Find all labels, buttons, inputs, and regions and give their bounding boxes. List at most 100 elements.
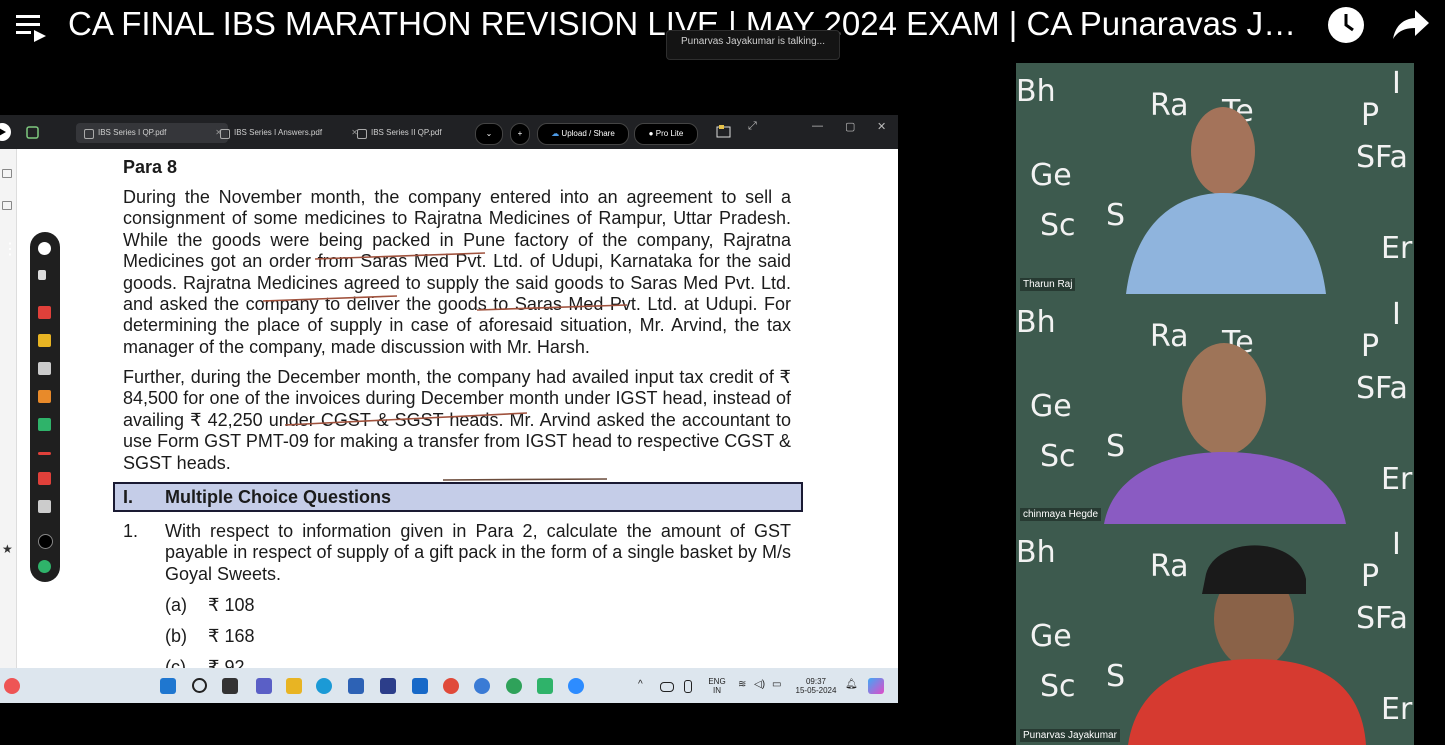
- share-arrow-icon[interactable]: [1391, 6, 1431, 44]
- add-tool-icon[interactable]: [38, 534, 53, 549]
- svg-text:Bh: Bh: [1016, 305, 1056, 340]
- participant-tile-1[interactable]: Bh Ra Te P Ge Sc S SFa Er I Tharun Raj: [1016, 63, 1414, 294]
- option-b: (b) ₹ 168: [165, 626, 255, 647]
- chalkboard-background: Bh Ra Te P Ge Sc S SFa Er I: [1016, 297, 1413, 524]
- sidebar-copy-icon[interactable]: [2, 201, 12, 210]
- svg-text:SFa: SFa: [1356, 371, 1408, 406]
- section-heading-bar: I. Multiple Choice Questions: [113, 482, 803, 512]
- shape-tool-icon[interactable]: [38, 472, 51, 485]
- teams-icon[interactable]: [256, 678, 272, 694]
- chalkboard-background: Bh Ra P Ge Sc S SFa Er I: [1016, 527, 1413, 745]
- zoom-icon[interactable]: [568, 678, 584, 694]
- pen-red-icon[interactable]: [38, 306, 51, 319]
- app-link-icon[interactable]: [474, 678, 490, 694]
- battery-icon[interactable]: ▭: [772, 680, 781, 690]
- shirt: [1128, 659, 1366, 745]
- participant-name: chinmaya Hegde: [1020, 508, 1102, 521]
- maximize-icon[interactable]: ▢: [845, 120, 855, 133]
- tray-chevron-icon[interactable]: ^: [638, 680, 643, 690]
- participant-tile-3[interactable]: Bh Ra P Ge Sc S SFa Er I Punarvas Jayaku…: [1016, 524, 1414, 745]
- option-value: ₹ 108: [208, 595, 255, 615]
- talking-indicator: Punarvas Jayakumar is talking...: [666, 30, 840, 60]
- upload-share-button[interactable]: ☁ Upload / Share: [537, 123, 629, 145]
- svg-text:Er: Er: [1381, 462, 1413, 497]
- para-heading: Para 8: [123, 157, 178, 177]
- highlighter-icon[interactable]: [38, 334, 51, 347]
- wifi-icon[interactable]: ≋: [738, 680, 746, 690]
- pro-lite-button[interactable]: ● Pro Lite: [634, 123, 698, 145]
- svg-text:S: S: [1106, 659, 1125, 694]
- playlist-menu-icon[interactable]: [14, 12, 48, 44]
- participant-name: Punarvas Jayakumar: [1020, 729, 1120, 742]
- microphone-icon[interactable]: [684, 680, 692, 693]
- store-icon[interactable]: [348, 678, 364, 694]
- tab-list-dropdown[interactable]: ⌄: [475, 123, 503, 145]
- onedrive-icon[interactable]: [660, 682, 674, 692]
- tab-ibs-series-i-qp[interactable]: IBS Series I QP.pdf ✕: [76, 123, 228, 143]
- option-a: (a) ₹ 108: [165, 595, 255, 616]
- sidebar-more-icon[interactable]: ⋮: [2, 239, 18, 258]
- text-tool-icon[interactable]: [38, 418, 51, 431]
- eraser-icon[interactable]: [38, 362, 51, 375]
- minimize-icon[interactable]: —: [812, 120, 823, 132]
- marker-tool-icon[interactable]: [38, 390, 51, 403]
- windows-taskbar: ^ ENG IN ≋ ◁) ▭ 09:37 15-05-2024 🔔︎: [0, 668, 898, 703]
- question-text: With respect to information given in Par…: [165, 521, 791, 584]
- tab-label: IBS Series I Answers.pdf: [234, 128, 323, 137]
- question-number: 1.: [123, 521, 139, 541]
- svg-text:Ra: Ra: [1150, 549, 1189, 584]
- tab-ibs-series-i-answers[interactable]: IBS Series I Answers.pdf ✕: [212, 123, 364, 143]
- expand-icon[interactable]: ⤢: [748, 120, 757, 133]
- svg-text:P: P: [1361, 98, 1379, 133]
- svg-text:I: I: [1392, 297, 1401, 332]
- volume-icon[interactable]: ◁): [754, 680, 765, 690]
- pdf-page: Para 8 During the November month, the co…: [17, 149, 898, 677]
- pointer-tool-icon[interactable]: [38, 270, 46, 280]
- language-indicator[interactable]: ENG IN: [706, 677, 728, 695]
- edge-icon[interactable]: [316, 678, 332, 694]
- svg-text:Ge: Ge: [1030, 619, 1072, 654]
- record-tool-icon[interactable]: [38, 560, 51, 573]
- watch-later-clock-icon[interactable]: [1327, 6, 1365, 44]
- svg-text:I: I: [1392, 527, 1401, 562]
- svg-text:Sc: Sc: [1040, 208, 1076, 243]
- svg-text:SFa: SFa: [1356, 601, 1408, 636]
- option-label: (b): [165, 626, 187, 646]
- svg-text:Bh: Bh: [1016, 74, 1056, 109]
- notification-avatar-icon[interactable]: [4, 678, 20, 694]
- paragraph-1: During the November month, the company e…: [123, 187, 791, 357]
- hand-tool-icon[interactable]: [38, 242, 51, 255]
- notes-tool-icon[interactable]: [38, 500, 51, 513]
- tab-ibs-series-ii-qp[interactable]: IBS Series II QP.pdf: [349, 123, 496, 143]
- play-icon[interactable]: [0, 123, 12, 141]
- chrome-profile-icon[interactable]: [506, 678, 522, 694]
- search-icon[interactable]: [192, 678, 207, 693]
- svg-text:Er: Er: [1381, 231, 1413, 266]
- underline-annotation: [442, 478, 608, 481]
- copilot-icon[interactable]: [868, 678, 884, 694]
- participant-name: Tharun Raj: [1020, 278, 1076, 291]
- close-window-icon[interactable]: ✕: [877, 120, 886, 133]
- task-view-icon[interactable]: [222, 678, 238, 694]
- tab-label: IBS Series II QP.pdf: [371, 128, 442, 137]
- sidebar-star-icon[interactable]: ★: [2, 543, 13, 555]
- participant-tile-2[interactable]: Bh Ra Te P Ge Sc S SFa Er I chinmaya Heg…: [1016, 294, 1414, 524]
- clock[interactable]: 09:37 15-05-2024: [790, 677, 842, 695]
- app-blue-icon[interactable]: [412, 678, 428, 694]
- pro-badge-icon: ●: [648, 129, 656, 138]
- new-tab-button[interactable]: +: [510, 123, 530, 145]
- sidebar-strip: ⋮ ★: [0, 149, 18, 669]
- svg-text:S: S: [1106, 429, 1125, 464]
- chrome-icon[interactable]: [443, 678, 459, 694]
- pen-app-icon[interactable]: [380, 678, 396, 694]
- windows-start-icon[interactable]: [160, 678, 176, 694]
- recorder-icon[interactable]: [537, 678, 553, 694]
- workspace-icon[interactable]: [26, 126, 39, 139]
- sidebar-page-icon[interactable]: [2, 169, 12, 178]
- section-title: Multiple Choice Questions: [165, 487, 392, 507]
- file-explorer-icon[interactable]: [286, 678, 302, 694]
- notification-bell-icon[interactable]: 🔔︎: [845, 680, 858, 690]
- line-tool-icon[interactable]: [38, 452, 51, 455]
- screen-layout-icon[interactable]: [716, 124, 732, 139]
- svg-text:Ra: Ra: [1150, 319, 1189, 354]
